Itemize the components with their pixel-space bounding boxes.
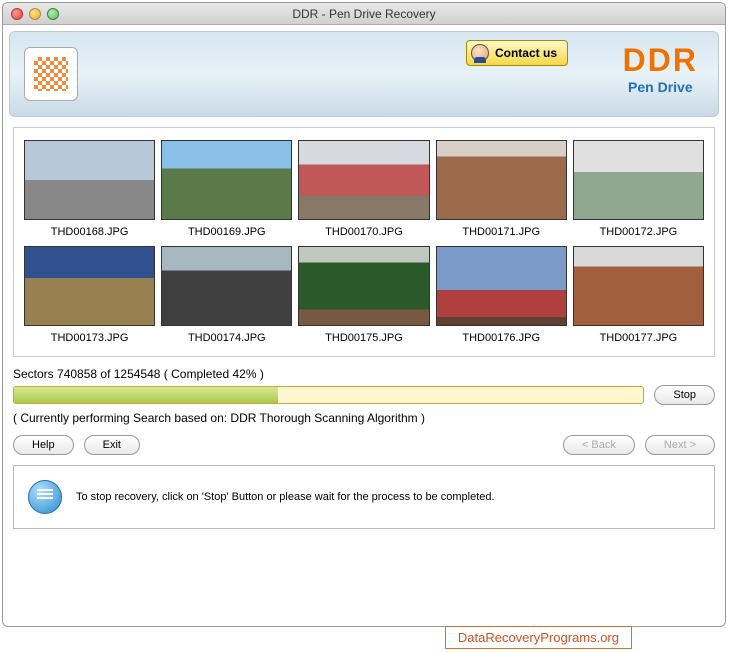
info-bubble-icon	[28, 480, 62, 514]
progress-text: Sectors 740858 of 1254548 ( Completed 42…	[13, 367, 715, 381]
brand: DDR Pen Drive	[623, 42, 698, 95]
thumbnail-image[interactable]	[24, 246, 155, 326]
thumbnail-image[interactable]	[298, 246, 429, 326]
exit-button[interactable]: Exit	[84, 435, 140, 455]
content-area: THD00168.JPG THD00169.JPG THD00170.JPG THD0…	[3, 117, 725, 539]
progress-section: Sectors 740858 of 1254548 ( Completed 42…	[13, 367, 715, 425]
thumbnail-image[interactable]	[436, 140, 567, 220]
thumbnail-item[interactable]: THD00176.JPG	[436, 246, 567, 344]
thumbnail-label: THD00174.JPG	[161, 332, 292, 344]
stop-button[interactable]: Stop	[654, 385, 715, 405]
thumbnail-item[interactable]: THD00169.JPG	[161, 140, 292, 238]
app-window: DDR - Pen Drive Recovery Contact us DDR …	[2, 2, 726, 627]
thumbnail-item[interactable]: THD00168.JPG	[24, 140, 155, 238]
button-row: Help Exit < Back Next >	[13, 435, 715, 455]
thumbnail-image[interactable]	[573, 246, 704, 326]
thumbnail-label: THD00175.JPG	[298, 332, 429, 344]
contact-us-button[interactable]: Contact us	[466, 40, 568, 66]
thumbnail-image[interactable]	[573, 140, 704, 220]
thumbnail-label: THD00176.JPG	[436, 332, 567, 344]
brand-main: DDR	[623, 42, 698, 79]
thumbnail-label: THD00177.JPG	[573, 332, 704, 344]
thumbnail-image[interactable]	[436, 246, 567, 326]
thumbnail-item[interactable]: THD00172.JPG	[573, 140, 704, 238]
hint-text: To stop recovery, click on 'Stop' Button…	[76, 491, 495, 503]
next-button[interactable]: Next >	[645, 435, 715, 455]
thumbnail-item[interactable]: THD00170.JPG	[298, 140, 429, 238]
thumbnail-image[interactable]	[161, 140, 292, 220]
thumbnail-item[interactable]: THD00171.JPG	[436, 140, 567, 238]
progress-fill	[14, 387, 278, 403]
header-band: Contact us DDR Pen Drive	[9, 31, 719, 117]
back-button[interactable]: < Back	[563, 435, 635, 455]
thumbnail-image[interactable]	[161, 246, 292, 326]
thumbnail-image[interactable]	[24, 140, 155, 220]
hint-box: To stop recovery, click on 'Stop' Button…	[13, 465, 715, 529]
thumbnail-label: THD00171.JPG	[436, 226, 567, 238]
thumbnail-label: THD00170.JPG	[298, 226, 429, 238]
thumbnail-image[interactable]	[298, 140, 429, 220]
thumbnail-panel: THD00168.JPG THD00169.JPG THD00170.JPG THD0…	[13, 127, 715, 357]
app-logo-button[interactable]	[24, 47, 78, 101]
thumbnail-item[interactable]: THD00174.JPG	[161, 246, 292, 344]
thumbnail-item[interactable]: THD00173.JPG	[24, 246, 155, 344]
checker-icon	[34, 57, 68, 91]
thumbnail-item[interactable]: THD00177.JPG	[573, 246, 704, 344]
titlebar: DDR - Pen Drive Recovery	[3, 3, 725, 25]
thumbnail-label: THD00169.JPG	[161, 226, 292, 238]
brand-sub: Pen Drive	[623, 79, 698, 95]
progress-bar	[13, 386, 644, 404]
window-title: DDR - Pen Drive Recovery	[3, 7, 725, 21]
contact-label: Contact us	[495, 46, 557, 60]
algorithm-text: ( Currently performing Search based on: …	[13, 411, 715, 425]
footer-link[interactable]: DataRecoveryPrograms.org	[445, 626, 632, 649]
thumbnail-label: THD00173.JPG	[24, 332, 155, 344]
help-button[interactable]: Help	[13, 435, 74, 455]
thumbnail-item[interactable]: THD00175.JPG	[298, 246, 429, 344]
thumbnail-label: THD00172.JPG	[573, 226, 704, 238]
person-icon	[471, 44, 489, 62]
thumbnail-label: THD00168.JPG	[24, 226, 155, 238]
